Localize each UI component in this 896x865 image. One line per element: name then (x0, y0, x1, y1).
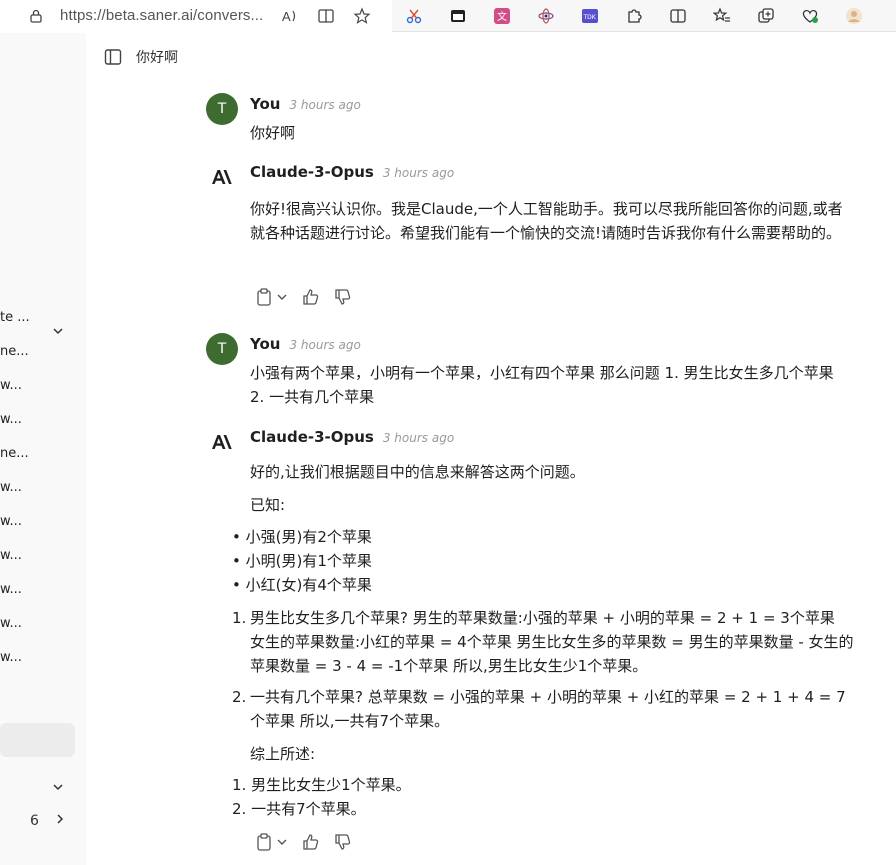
thumbs-up-icon[interactable] (302, 833, 320, 851)
message-actions (256, 833, 352, 851)
browser-toolbar: https://beta.saner.ai/convers... A 文 TDK (0, 0, 896, 32)
message-author: You (250, 335, 281, 353)
clipboard-icon (257, 288, 271, 306)
profile-avatar-icon[interactable] (832, 0, 876, 32)
copy-button[interactable] (256, 833, 288, 851)
tab-extension-icon[interactable] (436, 0, 480, 32)
message-time: 3 hours ago (382, 431, 455, 445)
address-bar[interactable]: https://beta.saner.ai/convers... A (0, 0, 392, 32)
health-extension-icon[interactable] (788, 0, 832, 32)
list-item-number: 1. (232, 609, 247, 627)
message-text: 你好啊 (250, 124, 296, 142)
puzzle-extension-icon[interactable] (612, 0, 656, 32)
message-time: 3 hours ago (382, 166, 455, 180)
scissors-extension-icon[interactable] (392, 0, 436, 32)
list-item: 2. 一共有7个苹果。 (232, 800, 366, 818)
sidebar-count: 6 (30, 813, 39, 829)
sidebar-item[interactable]: w... (0, 368, 80, 402)
list-item: • 小明(男)有1个苹果 (232, 552, 372, 570)
message-actions (256, 288, 352, 306)
svg-text:文: 文 (497, 10, 507, 23)
anthropic-logo-icon (206, 161, 238, 193)
chevron-right-icon[interactable] (54, 813, 66, 829)
message-time: 3 hours ago (289, 98, 361, 112)
split-screen-icon[interactable] (656, 0, 700, 32)
sidebar-item[interactable]: w... (0, 606, 80, 640)
svg-text:TDK: TDK (583, 14, 597, 21)
tdk-extension-icon[interactable]: TDK (568, 0, 612, 32)
anthropic-logo-icon (206, 426, 238, 458)
chat-title: 你好啊 (136, 50, 178, 66)
sidebar-item[interactable]: te ... (0, 300, 80, 334)
copy-button[interactable] (256, 288, 288, 306)
collections-icon[interactable] (744, 0, 788, 32)
clipboard-icon (257, 833, 271, 851)
reader-view-icon[interactable] (317, 7, 335, 25)
message-text: 小强有两个苹果，小明有一个苹果，小红有四个苹果 那么问题 1. 男生比女生多几个… (250, 364, 834, 406)
favorite-star-icon[interactable] (353, 6, 371, 25)
chevron-down-icon[interactable] (52, 781, 64, 797)
translate-extension-icon[interactable]: 文 (480, 0, 524, 32)
answer-item: 一共有几个苹果? 总苹果数 = 小强的苹果 + 小明的苹果 + 小红的苹果 = … (250, 688, 846, 730)
chevron-down-icon[interactable] (276, 291, 288, 303)
avatar: T (206, 333, 238, 365)
message-author: Claude-3-Opus (250, 428, 374, 446)
sidebar-item[interactable]: w... (0, 504, 80, 538)
sidebar-item[interactable]: w... (0, 538, 80, 572)
list-item: 1. 男生比女生少1个苹果。 (232, 776, 411, 794)
thumbs-up-icon[interactable] (302, 288, 320, 306)
answer-item: 男生比女生多几个苹果? 男生的苹果数量:小强的苹果 + 小明的苹果 = 2 + … (250, 609, 854, 675)
url-text[interactable]: https://beta.saner.ai/convers... (60, 7, 263, 24)
chevron-down-icon[interactable] (276, 836, 288, 848)
list-item-number: 2. (232, 688, 247, 706)
message-intro: 好的,让我们根据题目中的信息来解答这两个问题。 (250, 463, 585, 481)
message-author: Claude-3-Opus (250, 163, 374, 181)
sidebar-item[interactable]: ne... (0, 334, 80, 368)
sidebar-item[interactable]: w... (0, 470, 80, 504)
svg-text:A: A (282, 9, 291, 24)
read-aloud-icon[interactable]: A (281, 7, 299, 25)
avatar: T (206, 93, 238, 125)
message-known-label: 已知: (250, 496, 286, 514)
atom-extension-icon[interactable] (524, 0, 568, 32)
favorites-icon[interactable] (700, 0, 744, 32)
chat-header: 你好啊 (86, 33, 896, 81)
sidebar-item[interactable]: w... (0, 572, 80, 606)
summary-label: 综上所述: (250, 745, 316, 763)
sidebar-item[interactable]: w... (0, 640, 80, 674)
sidebar-toggle-icon[interactable] (104, 48, 122, 66)
message-time: 3 hours ago (289, 338, 361, 352)
sidebar-selected-item[interactable] (0, 723, 75, 757)
lock-icon (30, 9, 42, 23)
thumbs-down-icon[interactable] (334, 833, 352, 851)
list-item: • 小强(男)有2个苹果 (232, 528, 372, 546)
message-author: You (250, 95, 281, 113)
thumbs-down-icon[interactable] (334, 288, 352, 306)
sidebar-item[interactable]: w... (0, 402, 80, 436)
list-item: • 小红(女)有4个苹果 (232, 576, 372, 594)
message-text: 你好!很高兴认识你。我是Claude,一个人工智能助手。我可以尽我所能回答你的问… (250, 200, 843, 242)
sidebar-item[interactable]: ne... (0, 436, 80, 470)
